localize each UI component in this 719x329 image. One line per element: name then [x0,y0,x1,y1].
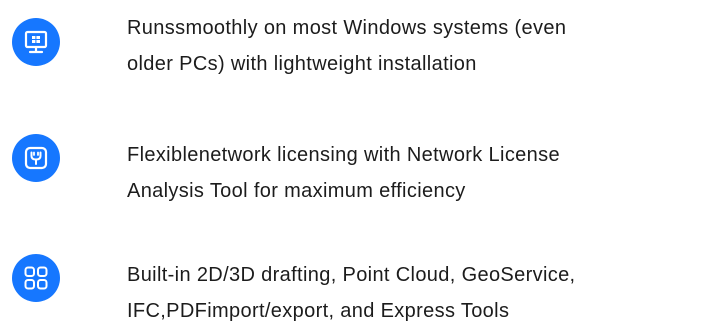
feature-description: Flexiblenetwork licensing with Network L… [127,137,717,209]
feature-item-builtin-tools: Built-in 2D/3D drafting, Point Cloud, Ge… [0,240,719,322]
feature-text-line: Built-in 2D/3D drafting, Point Cloud, Ge… [127,264,576,286]
feature-description: Runssmoothly on most Windows systems (ev… [127,10,717,82]
feature-item-network-licensing: Flexiblenetwork licensing with Network L… [0,120,719,202]
feature-text-line: IFC,PDFimport/export, and Express Tools [127,300,510,322]
feature-text-line: Analysis Tool for maximum efficiency [127,180,466,202]
grid-apps-icon [12,254,60,302]
feature-list: Runssmoothly on most Windows systems (ev… [0,0,719,322]
feature-text-line: Flexiblenetwork licensing with Network L… [127,144,560,166]
windows-monitor-icon [12,18,60,66]
feature-text-line: older PCs) with lightweight installation [127,53,477,75]
feature-text-line: Runssmoothly on most Windows systems (ev… [127,17,567,39]
network-license-icon [12,134,60,182]
feature-description: Built-in 2D/3D drafting, Point Cloud, Ge… [127,257,717,329]
feature-item-windows-compatibility: Runssmoothly on most Windows systems (ev… [0,0,719,80]
